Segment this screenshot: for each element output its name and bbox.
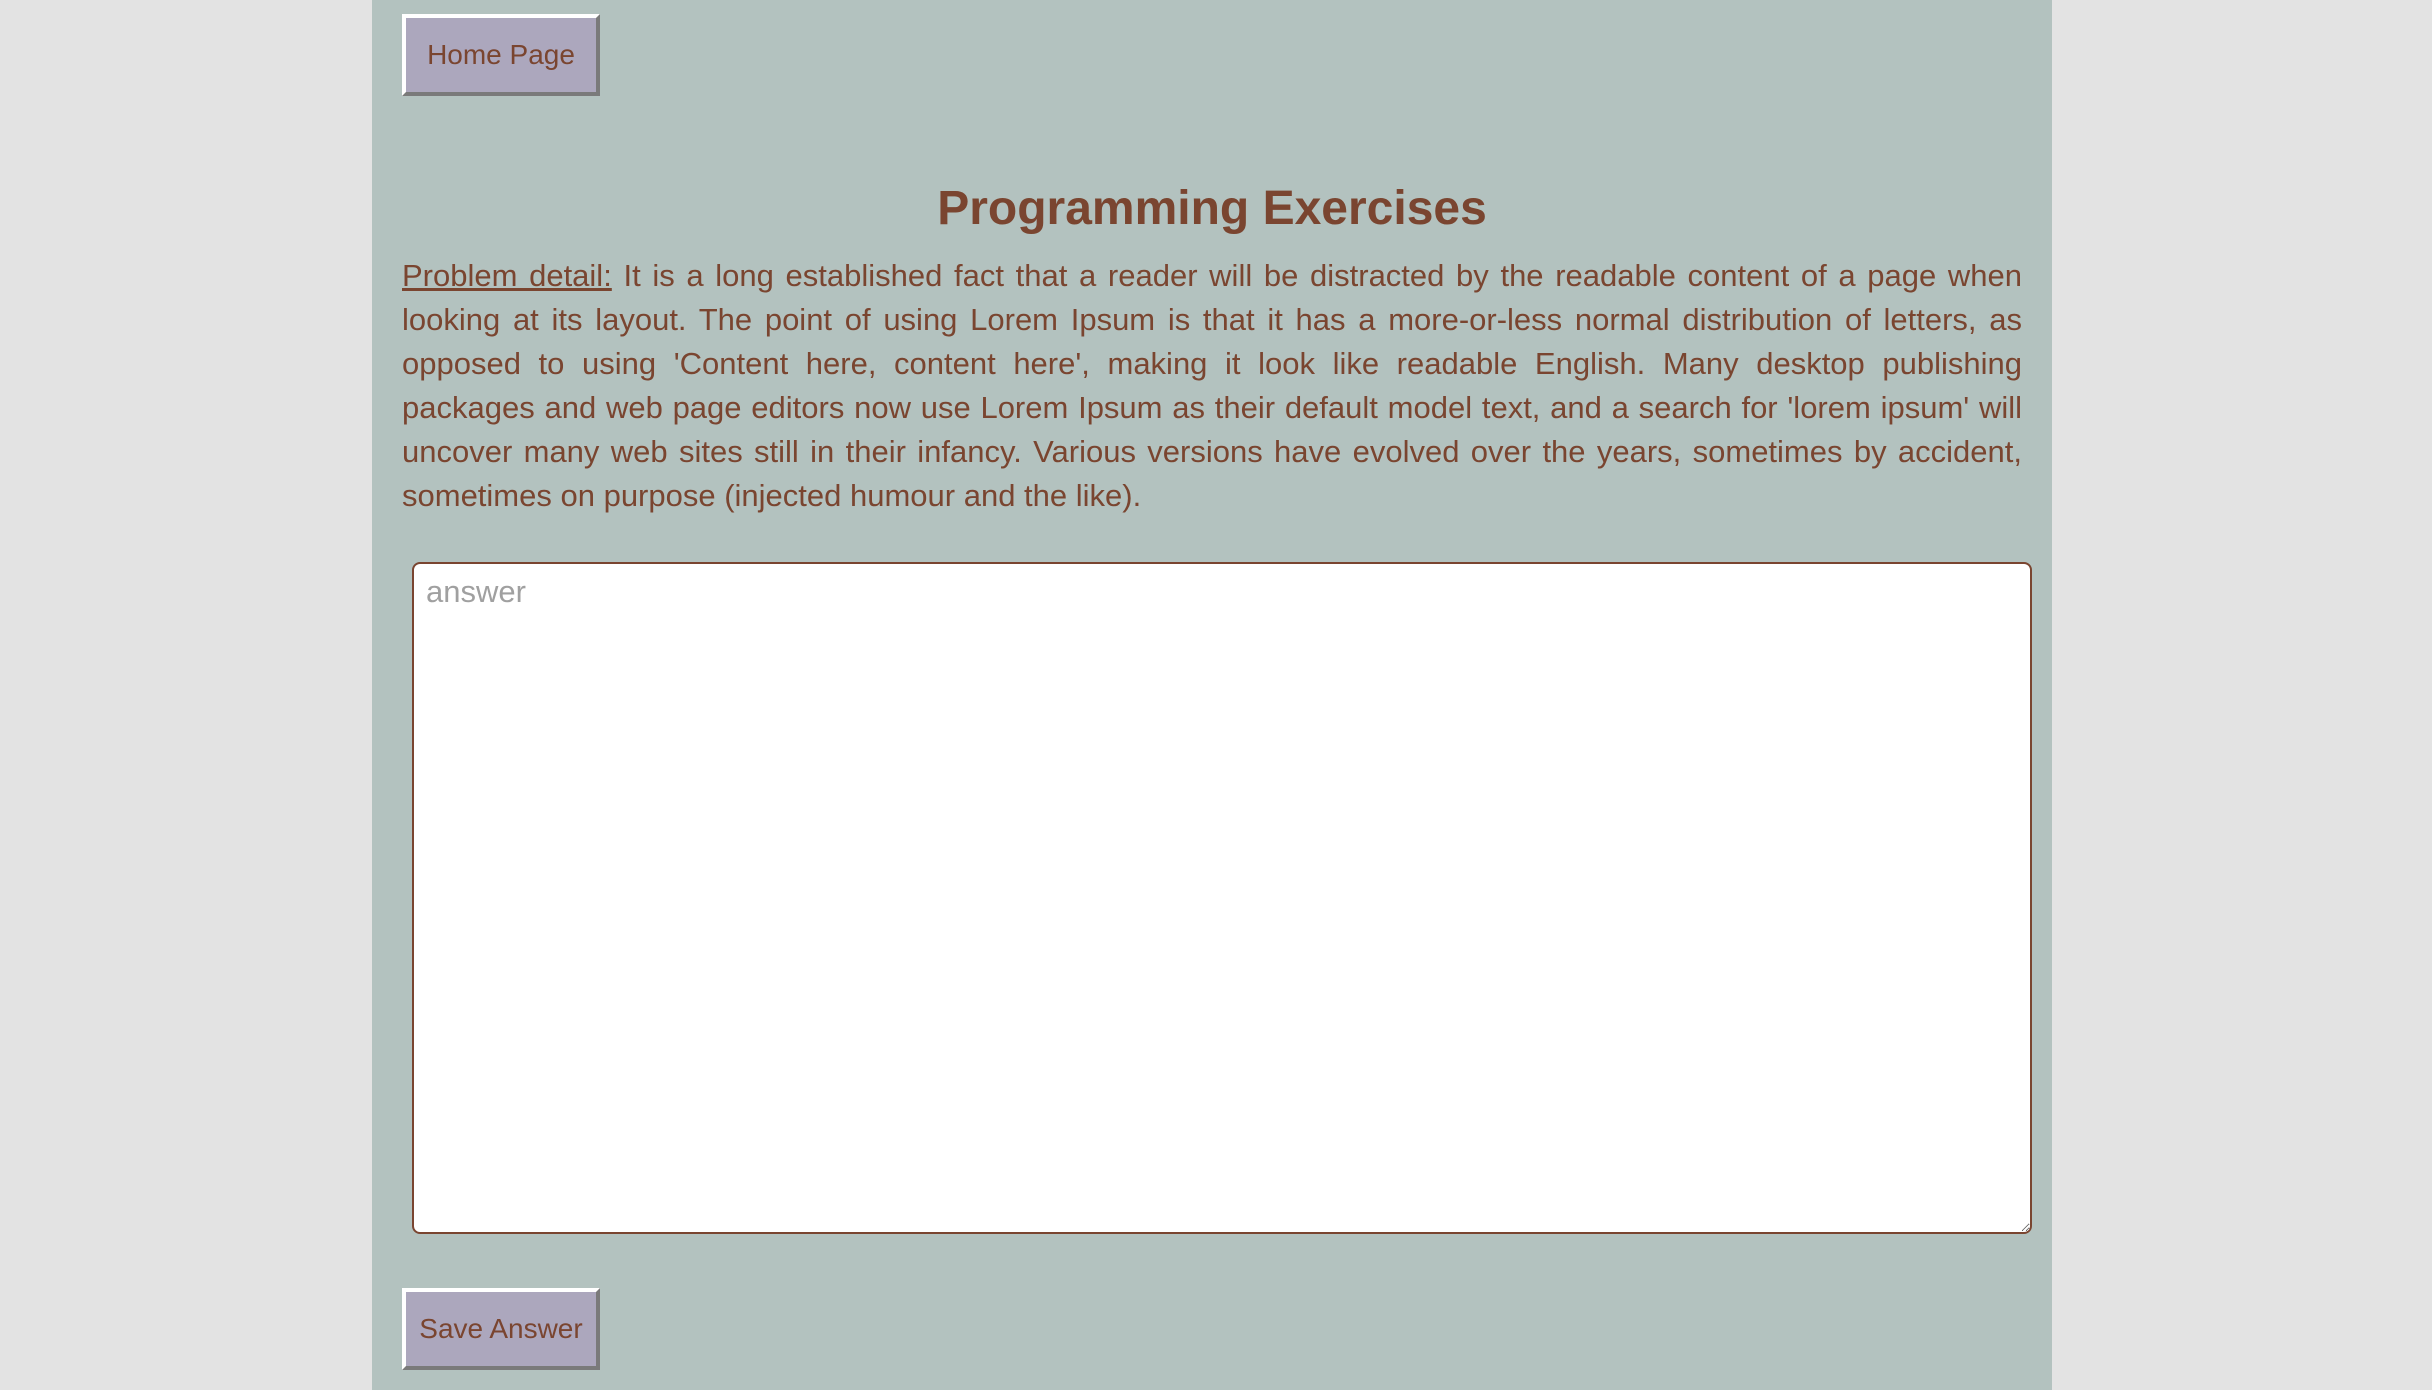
content-panel: Home Page Programming Exercises Problem … <box>372 0 2052 1390</box>
problem-detail-text: It is a long established fact that a rea… <box>402 258 2022 513</box>
problem-detail: Problem detail: It is a long established… <box>402 254 2022 518</box>
page-title: Programming Exercises <box>937 182 1487 235</box>
answer-textarea[interactable] <box>412 562 2032 1234</box>
home-page-button[interactable]: Home Page <box>402 14 600 96</box>
problem-detail-label: Problem detail: <box>402 258 612 293</box>
save-answer-button[interactable]: Save Answer <box>402 1288 600 1370</box>
